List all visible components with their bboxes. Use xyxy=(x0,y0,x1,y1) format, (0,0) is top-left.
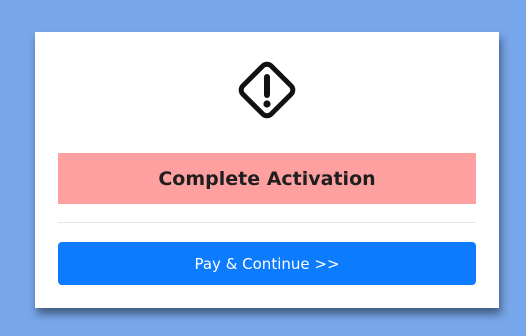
activation-dialog: Complete Activation Pay & Continue >> xyxy=(35,32,499,308)
activation-banner: Complete Activation xyxy=(58,153,476,204)
pay-continue-label: Pay & Continue >> xyxy=(194,254,340,273)
banner-title: Complete Activation xyxy=(158,167,376,190)
pay-continue-button[interactable]: Pay & Continue >> xyxy=(58,242,476,285)
divider xyxy=(58,222,476,223)
warning-diamond-icon xyxy=(238,61,296,119)
